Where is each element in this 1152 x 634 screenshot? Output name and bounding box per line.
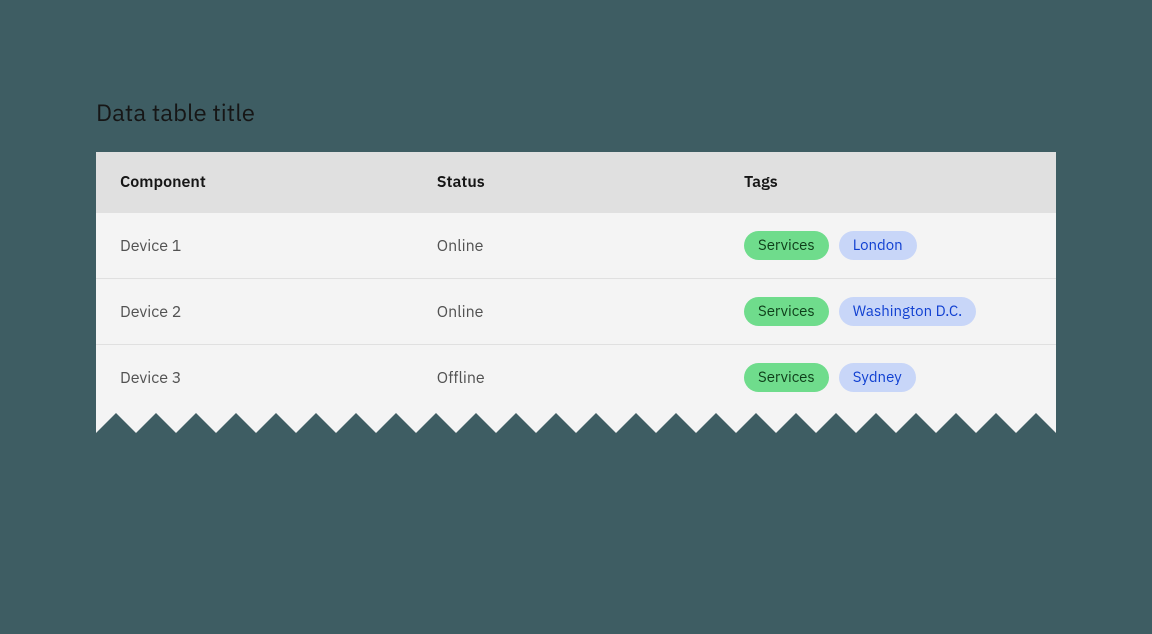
table-title: Data table title <box>96 96 1056 128</box>
cell-tags: Services Washington D.C. <box>720 279 1056 345</box>
cell-status: Offline <box>413 345 720 411</box>
tag[interactable]: London <box>839 231 917 260</box>
cell-component: Device 1 <box>96 213 413 279</box>
column-header-component[interactable]: Component <box>96 152 413 213</box>
tag[interactable]: Washington D.C. <box>839 297 977 326</box>
data-table: Component Status Tags Device 1 Online Se… <box>96 152 1056 410</box>
cell-component: Device 2 <box>96 279 413 345</box>
column-header-status[interactable]: Status <box>413 152 720 213</box>
tag[interactable]: Sydney <box>839 363 916 392</box>
cell-status: Online <box>413 213 720 279</box>
cell-component: Device 3 <box>96 345 413 411</box>
column-header-tags[interactable]: Tags <box>720 152 1056 213</box>
table-row[interactable]: Device 2 Online Services Washington D.C. <box>96 279 1056 345</box>
example-stage: Data table title Component Status Tags D… <box>96 96 1056 438</box>
table-header-row: Component Status Tags <box>96 152 1056 213</box>
tag[interactable]: Services <box>744 231 829 260</box>
cell-tags: Services Sydney <box>720 345 1056 411</box>
tag[interactable]: Services <box>744 297 829 326</box>
table-row[interactable]: Device 3 Offline Services Sydney <box>96 345 1056 411</box>
data-table-wrapper: Component Status Tags Device 1 Online Se… <box>96 152 1056 438</box>
tag[interactable]: Services <box>744 363 829 392</box>
table-row[interactable]: Device 1 Online Services London <box>96 213 1056 279</box>
cell-status: Online <box>413 279 720 345</box>
cell-tags: Services London <box>720 213 1056 279</box>
